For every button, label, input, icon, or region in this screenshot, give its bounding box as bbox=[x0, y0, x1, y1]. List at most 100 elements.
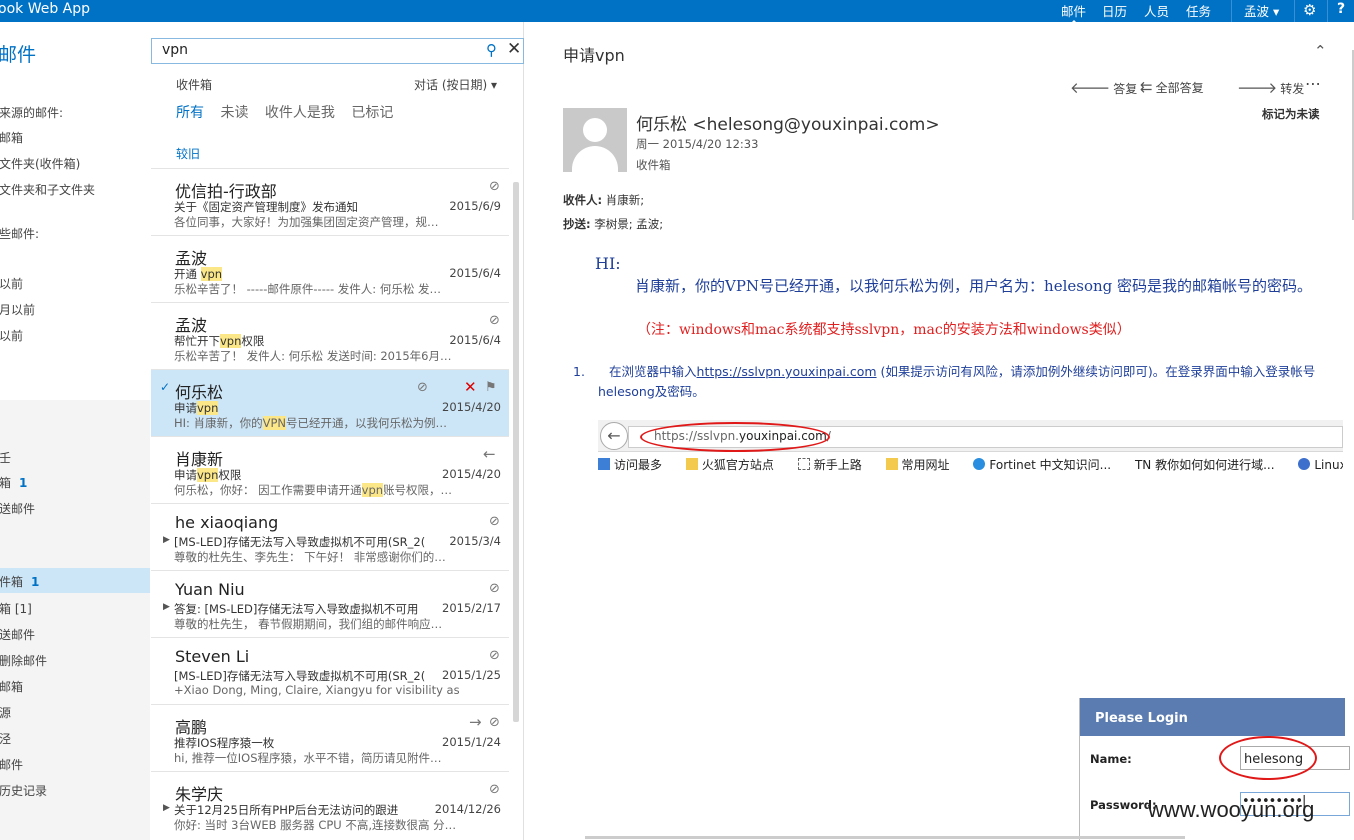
horizontal-scrollbar[interactable] bbox=[585, 836, 1185, 839]
user-menu[interactable]: 孟波 ▾ bbox=[1244, 1, 1279, 20]
help-icon[interactable]: ? bbox=[1337, 1, 1345, 17]
reading-pane: 申请vpn ⌃ 🡐 答复 ⇇ 全部答复 🡒 转发 ⋯ 何乐松 <helesong@yo… bbox=[525, 22, 1354, 840]
folder-notes[interactable]: 泾 bbox=[0, 730, 11, 747]
message-sender: he xiaoqiang bbox=[175, 513, 279, 532]
mark-unread-button[interactable]: 标记为未读 bbox=[1262, 106, 1320, 122]
scope-option-mailbox[interactable]: 邮箱 bbox=[0, 129, 23, 146]
recipient[interactable]: 肖康新; bbox=[606, 193, 644, 207]
body-note: （注：windows和mac系统都支持sslvpn，mac的安装方法和windo… bbox=[637, 322, 1131, 338]
delete-icon[interactable]: ✕ bbox=[464, 378, 477, 396]
message-sender: Yuan Niu bbox=[175, 580, 245, 599]
message-date: 2015/1/25 bbox=[442, 668, 501, 682]
expand-conversation-icon[interactable]: ▶ bbox=[163, 535, 170, 545]
folder-sent[interactable]: 送邮件 bbox=[0, 626, 35, 643]
recipient[interactable]: 李树景; 孟波; bbox=[594, 217, 663, 231]
message-row[interactable]: Yuan Niu ⊘ ▶ 答复: [MS-LED]存储无法写入导致虚拟机不可用 … bbox=[151, 570, 509, 637]
close-icon[interactable]: ✕ bbox=[507, 39, 521, 59]
message-row[interactable]: Steven Li ⊘ [MS-LED]存储无法写入导致虚拟机不可用(SR_2(… bbox=[151, 637, 509, 704]
expand-conversation-icon[interactable]: ▶ bbox=[163, 803, 170, 813]
login-title: Please Login bbox=[1080, 698, 1345, 736]
message-row[interactable]: 朱学庆 ⊘ ▶ 关于12月25日所有PHP后台无法访问的跟进 2014/12/2… bbox=[151, 771, 509, 838]
message-subject: 推荐IOS程序猿一枚 bbox=[174, 736, 275, 750]
folder-junk[interactable]: 邮箱 bbox=[0, 678, 23, 695]
folder-drafts[interactable]: 箱 [1] bbox=[0, 600, 32, 617]
message-date: 2015/6/4 bbox=[449, 333, 501, 347]
paperclip-icon: ⊘ bbox=[489, 581, 500, 596]
bookmark-item: Linux下时间/时 bbox=[1298, 458, 1343, 472]
filter-all[interactable]: 所有 bbox=[176, 105, 204, 121]
message-row[interactable]: 高鹏 → ⊘ 推荐IOS程序猿一枚 2015/1/24 hi, 推荐一位IOS程… bbox=[151, 704, 509, 771]
folder-sent-favorite[interactable]: 送邮件 bbox=[0, 500, 35, 517]
group-header: 较旧 bbox=[176, 147, 201, 161]
browser-screenshot-image: ← https://sslvpn.youxinpai.com/ 访问最多 火狐官… bbox=[598, 418, 1343, 480]
message-row[interactable]: 优信拍-行政部 ⊘ 关于《固定资产管理制度》发布通知 2015/6/9 各位同事… bbox=[151, 168, 509, 235]
folder-outbox[interactable]: 邮件 bbox=[0, 756, 23, 773]
bookmark-item: 访问最多 bbox=[598, 458, 672, 472]
nav-people[interactable]: 人员 bbox=[1144, 1, 1169, 20]
message-row[interactable]: 肖康新 ← 申请vpn权限 2015/4/20 何乐松，你好： 因工作需要申请开… bbox=[151, 436, 509, 503]
message-subject-heading: 申请vpn bbox=[563, 46, 625, 65]
reply-button[interactable]: 🡐 答复 bbox=[1070, 78, 1137, 97]
browser-url-bar: ← https://sslvpn.youxinpai.com/ bbox=[598, 420, 1343, 452]
time-option-week[interactable]: 以前 bbox=[0, 275, 23, 292]
message-subject: 帮忙开下vpn权限 bbox=[174, 334, 265, 348]
folder-conversation-history[interactable]: 历史记录 bbox=[0, 782, 47, 799]
bookmark-item: TN 教你如何如何进行域... bbox=[1134, 458, 1275, 472]
nav-mail[interactable]: 邮件 bbox=[1061, 1, 1086, 24]
app-title: ook Web App bbox=[0, 1, 91, 17]
reply-all-button[interactable]: ⇇ 全部答复 bbox=[1140, 78, 1204, 96]
sender-name[interactable]: 何乐松 <helesong@youxinpai.com> bbox=[636, 110, 940, 135]
scope-option-current-folder[interactable]: 文件夹(收件箱) bbox=[0, 155, 80, 172]
message-preview: 你好: 当时 3台WEB 服务器 CPU 不高,连接数很高 分… bbox=[174, 818, 457, 832]
flag-icon[interactable]: ⚑ bbox=[485, 380, 497, 395]
message-row-selected[interactable]: ✓ 何乐松 ⊘ ✕ ⚑ 申请vpn 2015/4/20 HI: 肖康新，你的VP… bbox=[151, 369, 509, 436]
folder-icon bbox=[885, 458, 898, 470]
message-preview: 尊敬的杜先生、李先生： 下午好！ 非常感谢你们的… bbox=[174, 550, 446, 564]
list-scrollbar[interactable] bbox=[513, 182, 519, 722]
gear-icon[interactable]: ⚙ bbox=[1303, 1, 1316, 19]
body-paragraph: 肖康新，你的VPN号已经开通，以我何乐松为例，用户名为：helesong 密码是… bbox=[635, 277, 1313, 295]
bookmark-item: 常用网址 bbox=[885, 458, 960, 472]
message-date: 2015/6/4 bbox=[449, 266, 501, 280]
search-input[interactable] bbox=[162, 42, 462, 58]
check-icon[interactable]: ✓ bbox=[160, 380, 170, 394]
page-icon bbox=[797, 458, 810, 470]
more-actions-icon[interactable]: ⋯ bbox=[1305, 74, 1321, 93]
forward-button[interactable]: 🡒 转发 bbox=[1237, 78, 1304, 97]
search-icon[interactable]: ⚲ bbox=[486, 41, 497, 59]
filter-unread[interactable]: 未读 bbox=[220, 105, 248, 121]
expand-conversation-icon[interactable]: ▶ bbox=[163, 602, 170, 612]
folder-rss[interactable]: 源 bbox=[0, 704, 11, 721]
message-subject: [MS-LED]存储无法写入导致虚拟机不可用(SR_2( bbox=[174, 669, 426, 683]
bookmark-item: Fortinet 中文知识问... bbox=[973, 458, 1121, 472]
time-option-month[interactable]: 月以前 bbox=[0, 301, 35, 318]
vpn-link[interactable]: https://sslvpn.youxinpai.com bbox=[697, 364, 877, 379]
current-folder-label: 收件箱 bbox=[176, 78, 213, 92]
folder-deleted[interactable]: 删除邮件 bbox=[0, 652, 47, 669]
mail-heading: 邮件 bbox=[0, 44, 37, 66]
nav-calendar[interactable]: 日历 bbox=[1102, 1, 1127, 20]
message-subject: [MS-LED]存储无法写入导致虚拟机不可用(SR_2( bbox=[174, 535, 426, 549]
search-box[interactable]: ⚲ ✕ bbox=[151, 38, 524, 64]
folder-inbox[interactable]: 件箱 1 bbox=[0, 573, 39, 590]
nav-tasks[interactable]: 任务 bbox=[1186, 1, 1211, 20]
message-preview: hi, 推荐一位IOS程序猿，水平不错，简历请见附件… bbox=[174, 751, 442, 765]
collapse-icon[interactable]: ⌃ bbox=[1314, 42, 1327, 60]
filter-flagged[interactable]: 已标记 bbox=[351, 105, 393, 121]
favorites-label: 壬 bbox=[0, 451, 12, 465]
sort-dropdown[interactable]: 对话 (按日期) ▾ bbox=[414, 76, 497, 93]
message-row[interactable]: 孟波 ⊘ 帮忙开下vpn权限 2015/6/4 乐松辛苦了！ 发件人: 何乐松 … bbox=[151, 302, 509, 369]
step-number: 1. bbox=[573, 364, 585, 379]
time-option-older[interactable]: 以前 bbox=[0, 327, 23, 344]
folder-inbox-favorite[interactable]: 箱1 bbox=[0, 474, 27, 491]
scope-option-folder-subfolders[interactable]: 文件夹和子文件夹 bbox=[0, 181, 95, 198]
message-row[interactable]: 孟波 开通 vpn 2015/6/4 乐松辛苦了！ -----邮件原件-----… bbox=[151, 235, 509, 302]
filter-to-me[interactable]: 收件人是我 bbox=[265, 105, 335, 121]
paperclip-icon: ⊘ bbox=[489, 782, 500, 797]
back-arrow-icon: ← bbox=[600, 422, 628, 450]
reply-all-icon: ⇇ bbox=[1140, 78, 1153, 96]
message-date: 2015/1/24 bbox=[442, 735, 501, 749]
message-subject: 申请vpn权限 bbox=[174, 468, 242, 482]
cc-recipients: 抄送: 李树景; 孟波; bbox=[563, 217, 664, 231]
message-row[interactable]: he xiaoqiang ⊘ ▶ [MS-LED]存储无法写入导致虚拟机不可用(… bbox=[151, 503, 509, 570]
